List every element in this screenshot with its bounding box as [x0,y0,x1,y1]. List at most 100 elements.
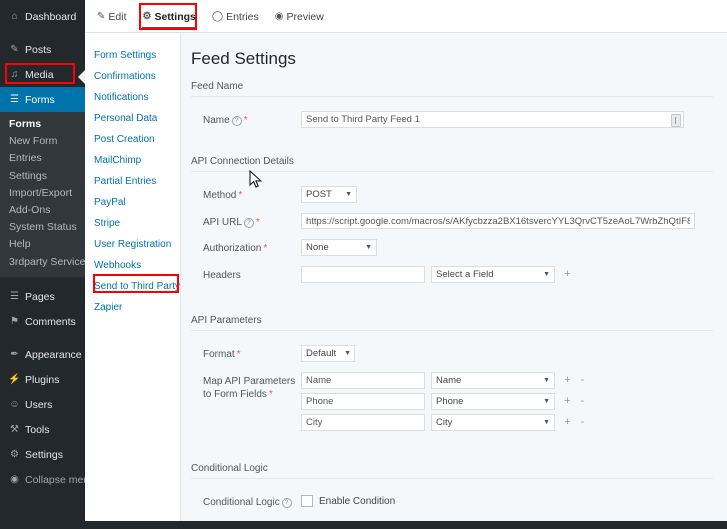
header-field-select[interactable]: Select a Field ▼ [431,266,555,283]
resize-handle-icon[interactable] [671,114,681,127]
help-icon[interactable]: ? [281,498,292,508]
required-marker: * [236,349,241,360]
feed-nav-item-notifications[interactable]: Notifications [85,87,180,108]
sidebar-item-label: Pages [25,291,55,304]
param-name-input[interactable] [301,393,425,410]
forms-icon: ☰ [10,93,19,105]
header-key-input[interactable] [301,266,425,283]
submenu-item-forms[interactable]: Forms [0,116,85,133]
feed-nav-item-partial-entries[interactable]: Partial Entries [85,171,180,192]
submenu-item-import-export[interactable]: Import/Export [0,185,85,202]
param-field-select[interactable]: City ▼ [431,414,555,431]
help-icon[interactable]: ? [231,116,242,126]
enable-condition-checkbox-row[interactable]: Enable Condition [301,493,713,507]
param-name-input[interactable] [301,414,425,431]
submenu-item-entries[interactable]: Entries [0,150,85,167]
api-url-input[interactable] [301,213,695,229]
feed-nav-item-stripe[interactable]: Stripe [85,213,180,234]
current-menu-pointer-icon [78,70,85,84]
field-row-conditional-logic: Conditional Logic? Enable Condition [191,493,713,509]
submenu-item-help[interactable]: Help [0,236,85,253]
map-row: Phone ▼ + - [301,393,713,410]
form-toolbar: ✎ Edit ⚙ Settings ◯ Entries ◉ Preview [85,0,727,33]
sidebar-item-plugins[interactable]: ⚡ Plugins [0,368,85,393]
sidebar-item-forms[interactable]: ☰ Forms [0,87,85,112]
add-param-button[interactable]: + [563,396,572,407]
help-icon[interactable]: ? [243,218,254,228]
sidebar-item-posts[interactable]: ✎ Posts [0,37,85,62]
map-row: Name ▼ + - [301,372,713,389]
enable-condition-checkbox[interactable] [301,495,313,507]
sidebar-item-dashboard[interactable]: ⌂ Dashboard [0,4,85,29]
submenu-item-settings[interactable]: Settings [0,168,85,185]
feed-nav-item-post-creation[interactable]: Post Creation [85,129,180,150]
tab-label: Settings [154,11,196,23]
tab-entries[interactable]: ◯ Entries [212,0,259,33]
feed-nav-item-mailchimp[interactable]: MailChimp [85,150,180,171]
sidebar-item-users[interactable]: ☺ Users [0,393,85,418]
remove-param-button[interactable]: - [578,417,587,428]
feed-nav-item-zapier[interactable]: Zapier [85,297,180,318]
field-row-format: Format * Default ▼ [191,345,713,362]
submenu-item-3rdparty-services[interactable]: 3rdparty Services [0,254,91,271]
sidebar-divider [0,335,85,343]
headers-field-control: Select a Field ▼ + [301,266,713,287]
tab-settings[interactable]: ⚙ Settings [142,0,197,33]
add-param-button[interactable]: + [563,417,572,428]
sidebar-item-label: Media [25,68,54,81]
feed-nav-item-send-to-third-party[interactable]: Send to Third Party [85,276,180,297]
feed-nav-item-form-settings[interactable]: Form Settings [85,45,180,66]
authorization-select[interactable]: None ▼ [301,239,377,256]
feed-nav-item-paypal[interactable]: PayPal [85,192,180,213]
format-select-value: Default [306,348,337,359]
required-marker: * [243,115,248,126]
format-select[interactable]: Default ▼ [301,345,355,362]
enable-condition-label: Enable Condition [319,495,396,507]
method-select[interactable]: POST ▼ [301,186,357,203]
authorization-field-control: None ▼ [301,239,713,256]
required-marker: * [255,217,260,228]
param-name-input[interactable] [301,372,425,389]
sidebar-item-collapse-menu[interactable]: ◉ Collapse menu [0,468,85,493]
tab-edit[interactable]: ✎ Edit [97,0,126,33]
chevron-down-icon: ▼ [365,244,372,251]
submenu-item-system-status[interactable]: System Status [0,219,85,236]
param-field-select[interactable]: Phone ▼ [431,393,555,410]
feed-nav-item-webhooks[interactable]: Webhooks [85,255,180,276]
feed-nav-item-confirmations[interactable]: Confirmations [85,66,180,87]
format-label-text: Format [203,349,235,360]
param-field-select[interactable]: Name ▼ [431,372,555,389]
feed-name-input[interactable] [301,111,684,128]
wrench-icon: ⚒ [10,424,19,436]
feed-nav-item-personal-data[interactable]: Personal Data [85,108,180,129]
sidebar-divider [0,277,85,285]
tab-label: Entries [226,11,259,23]
pin-icon: ✎ [10,43,19,55]
submenu-item-new-form[interactable]: New Form [0,133,85,150]
sidebar-item-tools[interactable]: ⚒ Tools [0,418,85,443]
main-content: ✎ Edit ⚙ Settings ◯ Entries ◉ Preview Fo… [85,0,727,529]
chevron-down-icon: ▼ [543,377,550,384]
submenu-item-add-ons[interactable]: Add-Ons [0,202,85,219]
add-header-button[interactable]: + [563,269,572,280]
tab-preview[interactable]: ◉ Preview [275,0,324,33]
plug-icon: ⚡ [8,374,21,386]
remove-param-button[interactable]: - [578,375,587,386]
pencil-icon: ✎ [97,11,106,22]
add-param-button[interactable]: + [563,375,572,386]
section-heading-api-parameters: API Parameters [191,315,713,331]
method-field-control: POST ▼ [301,186,713,203]
sidebar-item-comments[interactable]: ⚑ Comments [0,310,85,335]
remove-param-button[interactable]: - [578,396,587,407]
sidebar-item-pages[interactable]: ☰ Pages [0,285,85,310]
feed-settings-panel: Feed Settings Feed Name Name? * Send to … [181,33,727,529]
chevron-down-icon: ▼ [543,398,550,405]
sidebar-item-label: Dashboard [25,10,77,23]
required-marker: * [263,243,268,254]
sidebar-item-settings[interactable]: ⚙ Settings [0,443,85,468]
feed-nav-item-user-registration[interactable]: User Registration [85,234,180,255]
dashboard-icon: ⌂ [11,10,18,22]
sidebar-item-media[interactable]: ♫ Media [0,62,85,87]
sidebar-item-appearance[interactable]: ✒ Appearance [0,343,85,368]
